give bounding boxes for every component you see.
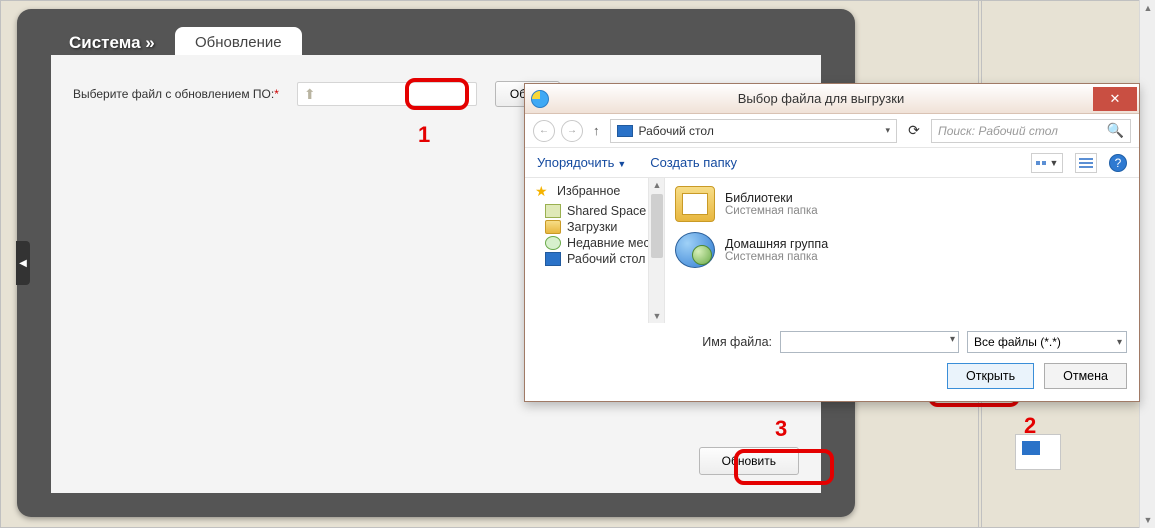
close-icon: ✕ (1110, 91, 1121, 107)
drive-icon (545, 204, 561, 218)
tab-update[interactable]: Обновление (175, 27, 302, 58)
chevron-down-icon: ▼ (617, 159, 626, 169)
required-asterisk: * (274, 87, 279, 101)
item-subtitle: Системная папка (725, 205, 818, 217)
tree-item-shared-space[interactable]: Shared Space (545, 204, 660, 218)
firmware-field-label: Выберите файл с обновлением ПО:* (73, 87, 279, 101)
scroll-up-icon[interactable]: ▲ (1140, 0, 1155, 16)
help-button[interactable]: ? (1109, 154, 1127, 172)
firmware-file-input[interactable]: ⬆ (297, 82, 477, 106)
chevron-down-icon[interactable]: ▾ (885, 125, 890, 136)
search-input[interactable]: Поиск: Рабочий стол 🔍 (931, 119, 1131, 143)
nav-forward-button[interactable]: → (561, 120, 583, 142)
filename-input[interactable] (780, 331, 959, 353)
dialog-toolbar: Упорядочить▼ Создать папку ▼ ? (525, 148, 1139, 178)
nav-tree: ★ Избранное Shared Space Загрузки Недавн… (525, 178, 665, 323)
dialog-title: Выбор файла для выгрузки (549, 91, 1093, 106)
desktop-icon (617, 125, 633, 137)
scroll-down-icon[interactable]: ▼ (1140, 512, 1155, 528)
chevron-down-icon[interactable]: ▾ (950, 334, 955, 345)
desktop-icon (1022, 441, 1040, 455)
list-icon (1079, 158, 1093, 160)
arrow-left-icon: ← (539, 125, 549, 136)
tree-item-recent[interactable]: Недавние места (545, 236, 660, 250)
help-icon: ? (1115, 156, 1122, 170)
tree-item-downloads[interactable]: Загрузки (545, 220, 660, 234)
tree-item-label: Shared Space (567, 204, 646, 218)
new-folder-button[interactable]: Создать папку (650, 155, 737, 170)
filename-label: Имя файла: (537, 335, 772, 349)
item-name: Библиотеки (725, 191, 818, 205)
arrow-right-icon: → (567, 125, 577, 136)
list-item-libraries[interactable]: Библиотеки Системная папка (675, 186, 1129, 222)
field-label-text: Выберите файл с обновлением ПО: (73, 87, 274, 101)
organize-label: Упорядочить (537, 155, 614, 170)
path-box[interactable]: Рабочий стол ▾ (610, 119, 898, 143)
filetype-value: Все файлы (*.*) (974, 335, 1061, 349)
upload-icon: ⬆ (304, 87, 316, 101)
breadcrumb[interactable]: Система » (69, 33, 155, 53)
nav-up-button[interactable]: ↑ (589, 123, 604, 138)
dialog-bottom: Имя файла: ▾ Все файлы (*.*) ▾ Открыть О… (525, 323, 1139, 401)
preview-pane-button[interactable] (1075, 153, 1097, 173)
search-icon: 🔍 (1107, 122, 1124, 139)
chevron-down-icon: ▾ (1117, 337, 1122, 348)
file-dialog: Выбор файла для выгрузки ✕ ← → ↑ Рабочий… (524, 83, 1140, 402)
search-placeholder: Поиск: Рабочий стол (938, 124, 1058, 138)
nav-back-button[interactable]: ← (533, 120, 555, 142)
scrollbar-thumb[interactable] (651, 194, 663, 258)
grid-icon (1036, 161, 1040, 165)
open-button[interactable]: Открыть (947, 363, 1034, 389)
item-subtitle: Системная папка (725, 251, 828, 263)
refresh-icon: ⟳ (908, 122, 920, 138)
tree-item-desktop[interactable]: Рабочий стол (545, 252, 660, 266)
dialog-titlebar[interactable]: Выбор файла для выгрузки ✕ (525, 84, 1139, 114)
panel-collapse-handle[interactable]: ◀ (16, 241, 30, 285)
tree-item-label: Загрузки (567, 220, 617, 234)
list-item-homegroup[interactable]: Домашняя группа Системная папка (675, 232, 1129, 268)
file-list[interactable]: Библиотеки Системная папка Домашняя груп… (665, 178, 1139, 323)
update-button[interactable]: Обновить (699, 447, 799, 475)
star-icon: ★ (535, 184, 551, 198)
right-thumbnail[interactable] (1015, 434, 1061, 470)
chevron-down-icon: ▼ (1050, 158, 1059, 168)
organize-menu[interactable]: Упорядочить▼ (537, 155, 626, 170)
cancel-button[interactable]: Отмена (1044, 363, 1127, 389)
folder-icon (545, 220, 561, 234)
view-mode-button[interactable]: ▼ (1031, 153, 1063, 173)
tree-scrollbar[interactable]: ▲ ▼ (648, 178, 664, 323)
libraries-icon (675, 186, 715, 222)
item-name: Домашняя группа (725, 237, 828, 251)
dialog-nav: ← → ↑ Рабочий стол ▾ ⟳ Поиск: Рабочий ст… (525, 114, 1139, 148)
right-scrollbar[interactable]: ▲ ▼ (1139, 0, 1155, 528)
filetype-select[interactable]: Все файлы (*.*) ▾ (967, 331, 1127, 353)
tree-favorites[interactable]: ★ Избранное (535, 184, 660, 198)
desktop-icon (545, 252, 561, 266)
ie-icon (531, 90, 549, 108)
clock-icon (545, 236, 561, 250)
refresh-button[interactable]: ⟳ (903, 122, 925, 139)
scroll-up-icon[interactable]: ▲ (649, 178, 665, 192)
close-button[interactable]: ✕ (1093, 87, 1137, 111)
tree-item-label: Рабочий стол (567, 252, 645, 266)
scroll-down-icon[interactable]: ▼ (649, 309, 665, 323)
arrow-up-icon: ↑ (593, 123, 600, 138)
favorites-label: Избранное (557, 184, 620, 198)
path-text: Рабочий стол (639, 124, 714, 138)
homegroup-icon (675, 232, 715, 268)
